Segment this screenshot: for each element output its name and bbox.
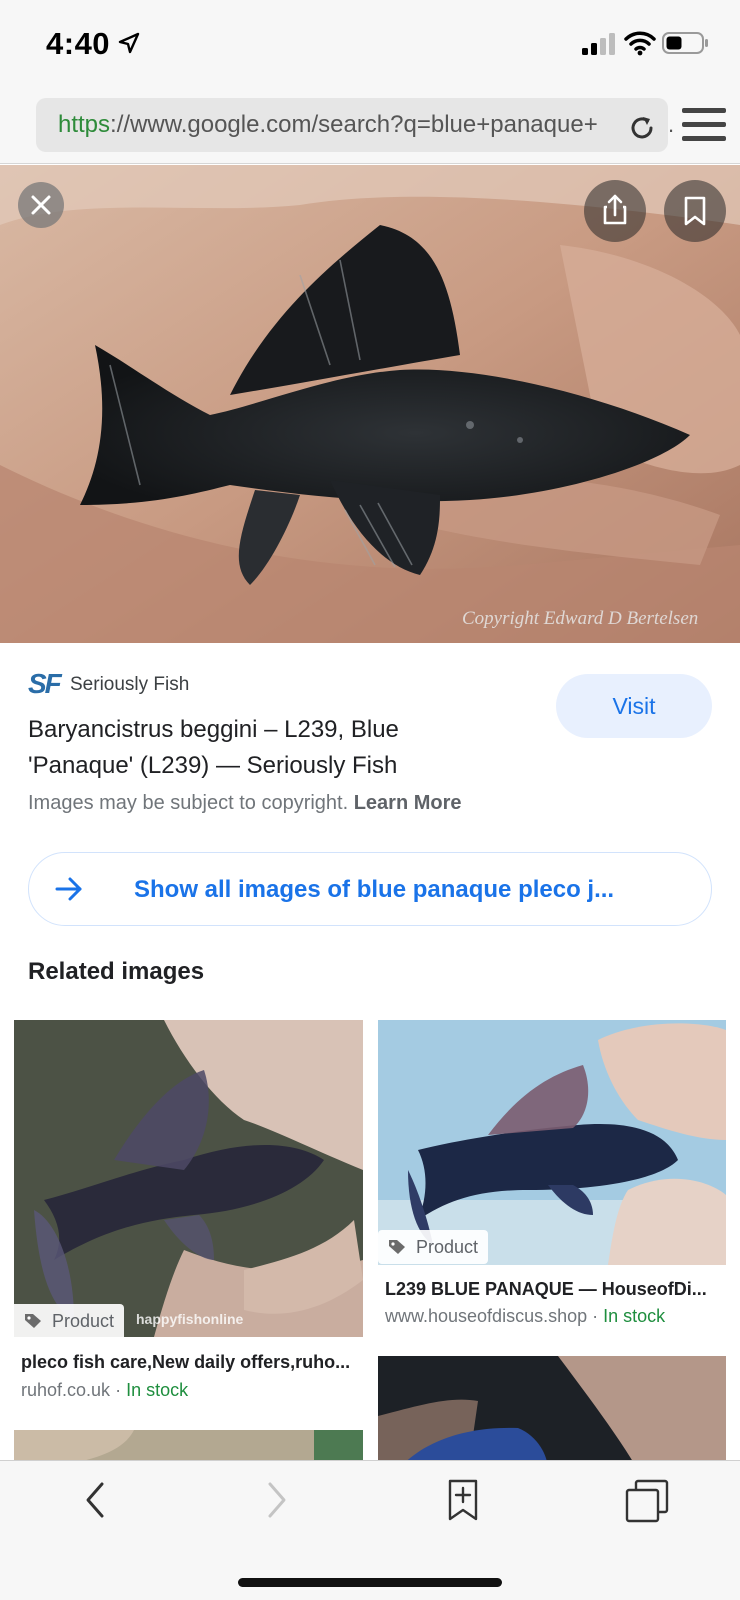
- image-watermark: happyfishonline: [136, 1311, 244, 1327]
- related-photo-4: [378, 1356, 726, 1470]
- forward-icon[interactable]: [262, 1480, 292, 1520]
- related-photo-2: [378, 1020, 726, 1265]
- url-text: https://www.google.com/search?q=blue+pan…: [58, 111, 598, 138]
- learn-more-link[interactable]: Learn More: [354, 792, 462, 814]
- show-all-label: Show all images of blue panaque pleco j.…: [134, 876, 615, 903]
- product-badge: Product: [14, 1304, 125, 1338]
- copyright-note: Images may be subject to copyright. Lear…: [28, 792, 462, 814]
- battery-icon: [662, 32, 708, 54]
- stock-status: In stock: [126, 1380, 189, 1400]
- related-source-2: www.houseofdiscus.shop · In stock: [385, 1306, 666, 1326]
- related-title-1[interactable]: pleco fish care,New daily offers,ruho...: [21, 1352, 361, 1373]
- product-badge: Product: [378, 1230, 489, 1264]
- tabs-icon[interactable]: [624, 1478, 670, 1524]
- menu-icon[interactable]: [682, 106, 726, 144]
- tag-icon: [389, 1240, 405, 1254]
- reload-icon[interactable]: [626, 112, 658, 144]
- image-copyright-watermark: Copyright Edward D Bertelsen: [462, 608, 699, 629]
- result-title[interactable]: Baryancistrus beggini – L239, Blue 'Pana…: [28, 712, 498, 784]
- status-time: 4:40: [46, 26, 111, 61]
- tag-icon: [25, 1314, 41, 1328]
- url-overflow: .: [668, 112, 675, 137]
- source-logo: SF: [28, 668, 62, 699]
- related-image-1[interactable]: [14, 1020, 363, 1337]
- share-button[interactable]: [584, 180, 646, 242]
- location-arrow-icon: [118, 32, 140, 54]
- wifi-icon: [624, 31, 656, 56]
- bookmark-icon: [684, 196, 706, 226]
- back-icon[interactable]: [80, 1480, 110, 1520]
- related-source-1: ruhof.co.uk · In stock: [21, 1380, 189, 1400]
- home-indicator[interactable]: [238, 1578, 502, 1587]
- share-icon: [603, 194, 627, 225]
- signal-icon: [582, 33, 615, 55]
- related-image-2[interactable]: [378, 1020, 726, 1265]
- source-name[interactable]: Seriously Fish: [70, 674, 189, 696]
- status-bar: 4:40: [0, 0, 740, 88]
- related-image-4[interactable]: [378, 1356, 726, 1470]
- close-button[interactable]: [18, 182, 64, 228]
- arrow-right-icon: [55, 877, 82, 901]
- related-title-2[interactable]: L239 BLUE PANAQUE — HouseofDi...: [385, 1279, 725, 1300]
- related-images-heading: Related images: [28, 958, 205, 985]
- close-icon: [31, 195, 51, 215]
- related-photo-1: [14, 1020, 363, 1337]
- url-field[interactable]: https://www.google.com/search?q=blue+pan…: [36, 98, 668, 152]
- bookmark-button[interactable]: [664, 180, 726, 242]
- stock-status: In stock: [603, 1306, 666, 1326]
- add-bookmark-icon[interactable]: [446, 1478, 480, 1522]
- visit-button[interactable]: Visit: [556, 674, 712, 738]
